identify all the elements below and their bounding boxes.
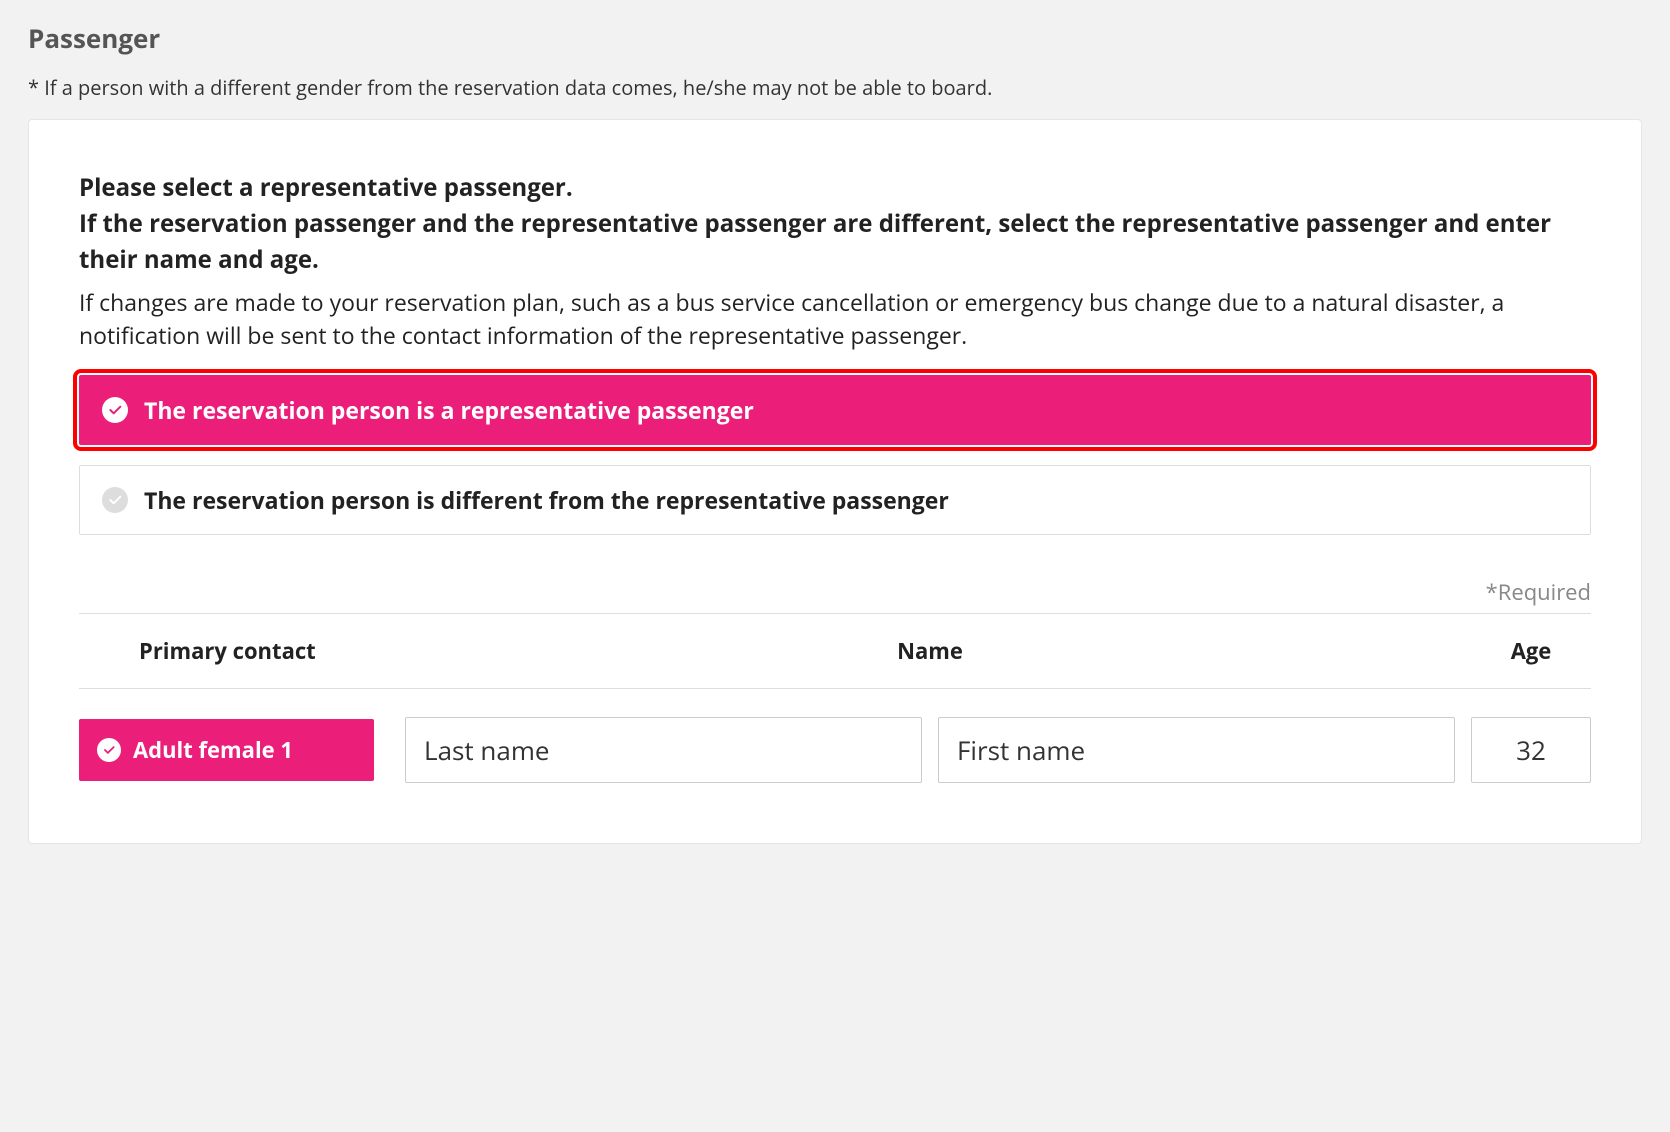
contact-badge-label: Adult female 1 xyxy=(133,735,293,765)
passenger-card: Please select a representative passenger… xyxy=(28,119,1642,844)
primary-contact-badge[interactable]: Adult female 1 xyxy=(79,719,374,781)
required-note: *Required xyxy=(79,577,1591,607)
col-age: Age xyxy=(1471,636,1591,666)
gender-note: * If a person with a different gender fr… xyxy=(28,74,1642,101)
option-same-person[interactable]: The reservation person is a representati… xyxy=(79,375,1591,445)
instructions-bold: Please select a representative passenger… xyxy=(79,170,1591,278)
first-name-input[interactable] xyxy=(938,717,1455,783)
page-title: Passenger xyxy=(28,20,1642,56)
col-name: Name xyxy=(389,636,1471,666)
check-circle-icon xyxy=(102,487,128,513)
check-circle-icon xyxy=(102,397,128,423)
option-different-label: The reservation person is different from… xyxy=(144,484,949,516)
option-different-person[interactable]: The reservation person is different from… xyxy=(79,465,1591,535)
table-header: Primary contact Name Age xyxy=(79,613,1591,689)
instructions-normal: If changes are made to your reservation … xyxy=(79,286,1591,353)
instructions-bold-line2: If the reservation passenger and the rep… xyxy=(79,207,1551,276)
instructions-bold-line1: Please select a representative passenger… xyxy=(79,171,573,204)
age-input[interactable] xyxy=(1471,717,1591,783)
passenger-row: Adult female 1 xyxy=(79,689,1591,783)
col-primary-contact: Primary contact xyxy=(79,636,389,666)
check-circle-icon xyxy=(97,738,121,762)
option-same-label: The reservation person is a representati… xyxy=(144,394,754,426)
name-inputs xyxy=(405,717,1455,783)
last-name-input[interactable] xyxy=(405,717,922,783)
